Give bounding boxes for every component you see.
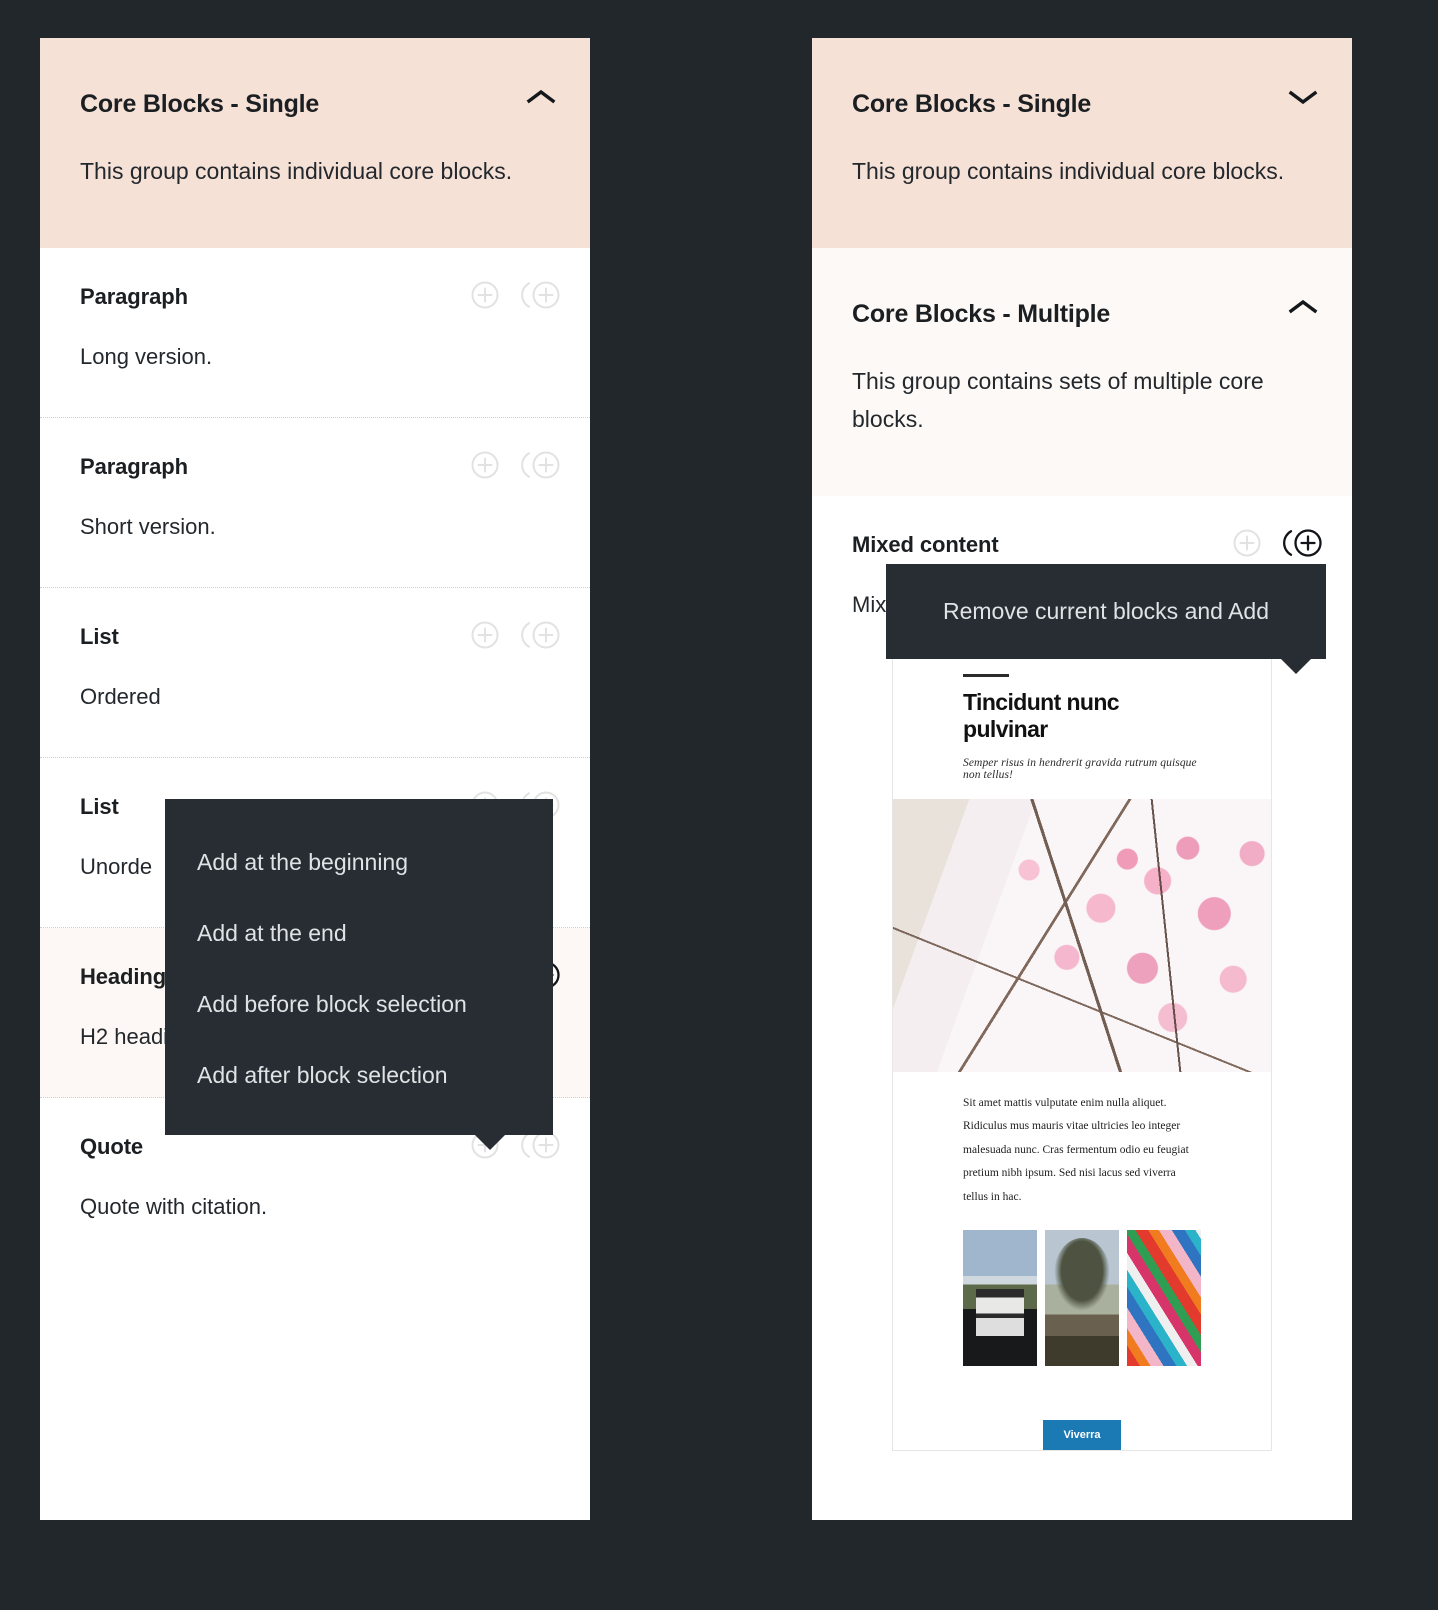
menu-item-add-after-selection[interactable]: Add after block selection — [165, 1040, 553, 1111]
right-panel: Core Blocks - Single This group contains… — [812, 38, 1352, 1520]
preview-body-text: Sit amet mattis vulputate enim nulla ali… — [963, 1096, 1189, 1203]
table-row[interactable]: Paragraph Short version. — [40, 418, 590, 589]
group-title: Core Blocks - Single — [80, 90, 320, 118]
right-group-header-multiple: Core Blocks - Multiple This group contai… — [812, 248, 1352, 496]
add-blocks-menu[interactable]: Add at the beginning Add at the end Add … — [165, 799, 553, 1150]
remove-and-add-tooltip: Remove current blocks and Add — [886, 564, 1326, 674]
right-group-header-single: Core Blocks - Single This group contains… — [812, 38, 1352, 249]
viverra-button[interactable]: Viverra — [1043, 1419, 1121, 1450]
table-row[interactable]: Paragraph Long version. — [40, 248, 590, 419]
chevron-up-icon[interactable] — [524, 80, 558, 114]
preview-footer: Viverra — [893, 1366, 1271, 1450]
chevron-down-icon[interactable] — [1286, 80, 1320, 114]
group-title: Core Blocks - Multiple — [852, 300, 1111, 329]
plus-circle-icon[interactable] — [1230, 526, 1264, 560]
replace-plus-circle-icon[interactable] — [518, 448, 564, 482]
menu-item-add-end[interactable]: Add at the end — [165, 898, 553, 969]
menu-item-add-before-selection[interactable]: Add before block selection — [165, 969, 553, 1040]
preview-gallery — [893, 1224, 1271, 1366]
table-row[interactable]: List Ordered — [40, 588, 590, 759]
replace-plus-circle-icon[interactable] — [518, 278, 564, 312]
replace-plus-circle-icon[interactable] — [518, 618, 564, 652]
plus-circle-icon[interactable] — [468, 448, 502, 482]
theme-preview-card: Tincidunt nunc pulvinar Semper risus in … — [892, 650, 1272, 1451]
row-description: Long version. — [80, 344, 213, 370]
preview-title: Tincidunt nunc pulvinar — [963, 688, 1120, 742]
striped-fabric-image — [1127, 1229, 1201, 1366]
plus-circle-icon[interactable] — [468, 278, 502, 312]
temple-image — [963, 1229, 1037, 1366]
group-title: Core Blocks - Single — [852, 90, 1092, 118]
row-actions — [468, 448, 564, 482]
row-actions — [468, 618, 564, 652]
row-actions — [1230, 526, 1326, 560]
replace-plus-circle-icon[interactable] — [1280, 526, 1326, 560]
row-description: Ordered — [80, 684, 161, 710]
left-group-header: Core Blocks - Single This group contains… — [40, 38, 590, 249]
group-description: This group contains sets of multiple cor… — [852, 368, 1264, 432]
pine-tree-image — [1045, 1229, 1119, 1366]
menu-item-add-beginning[interactable]: Add at the beginning — [165, 827, 553, 898]
row-description: Quote with citation. — [80, 1194, 268, 1220]
preview-subtitle: Semper risus in hendrerit gravida rutrum… — [963, 756, 1197, 781]
preview-rule — [963, 673, 1009, 677]
cherry-blossom-image — [893, 798, 1271, 1072]
row-description: Short version. — [80, 514, 216, 540]
row-actions — [468, 278, 564, 312]
chevron-up-icon[interactable] — [1286, 290, 1320, 324]
screenshot-stage: Core Blocks - Single This group contains… — [0, 0, 1438, 1610]
group-description: This group contains individual core bloc… — [80, 158, 513, 184]
plus-circle-icon[interactable] — [468, 618, 502, 652]
tooltip-text: Remove current blocks and Add — [942, 598, 1269, 624]
preview-header: Tincidunt nunc pulvinar Semper risus in … — [893, 652, 1271, 799]
group-description: This group contains individual core bloc… — [852, 158, 1285, 184]
left-panel: Core Blocks - Single This group contains… — [40, 38, 590, 1520]
